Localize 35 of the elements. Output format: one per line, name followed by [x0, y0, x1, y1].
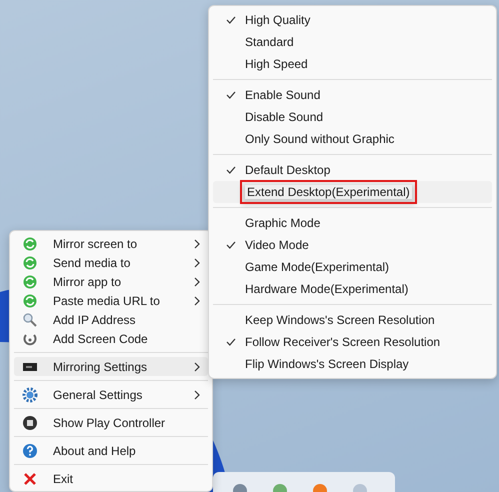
menu-item[interactable]: Hardware Mode(Experimental) [213, 278, 492, 300]
menu-item[interactable]: General Settings [14, 385, 208, 404]
menu-item[interactable]: Send media to [14, 253, 208, 272]
stop-icon [22, 414, 38, 430]
menu-item[interactable]: High Quality [213, 9, 492, 31]
sync-icon [22, 236, 38, 252]
menu-item[interactable]: Keep Windows's Screen Resolution [213, 309, 492, 331]
menu-item[interactable]: Graphic Mode [213, 212, 492, 234]
menu-item[interactable]: Standard [213, 31, 492, 53]
menu-item[interactable]: Enable Sound [213, 84, 492, 106]
sync-icon [22, 274, 38, 290]
menu-item[interactable]: Disable Sound [213, 106, 492, 128]
menu-item[interactable]: Mirror screen to [14, 234, 208, 253]
menu-item[interactable]: Game Mode(Experimental) [213, 256, 492, 278]
menu-item[interactable]: Mirroring Settings [14, 357, 208, 376]
help-icon [22, 442, 38, 458]
menu-item[interactable]: Only Sound without Graphic [213, 128, 492, 150]
menu-item[interactable]: Extend Desktop(Experimental) [213, 181, 492, 203]
menu-item[interactable]: Exit [14, 469, 208, 488]
menu-item[interactable]: Add Screen Code [14, 329, 208, 348]
menu-item[interactable]: Flip Windows's Screen Display [213, 353, 492, 375]
sync-icon [22, 254, 38, 270]
menu-item[interactable]: Mirror app to [14, 272, 208, 291]
menu-item[interactable]: About and Help [14, 441, 208, 460]
close-icon [22, 470, 38, 486]
sync-icon [22, 292, 38, 308]
settings-icon [22, 386, 38, 402]
menu-item[interactable]: Video Mode [213, 234, 492, 256]
menu-item[interactable]: Paste media URL to [14, 291, 208, 310]
menu-item[interactable]: Add IP Address [14, 310, 208, 329]
menu-item[interactable]: Follow Receiver's Screen Resolution [213, 331, 492, 353]
menu-item[interactable]: High Speed [213, 53, 492, 75]
menu-item[interactable]: Show Play Controller [14, 413, 208, 432]
search-icon [22, 312, 38, 328]
menu-item[interactable]: Default Desktop [213, 159, 492, 181]
